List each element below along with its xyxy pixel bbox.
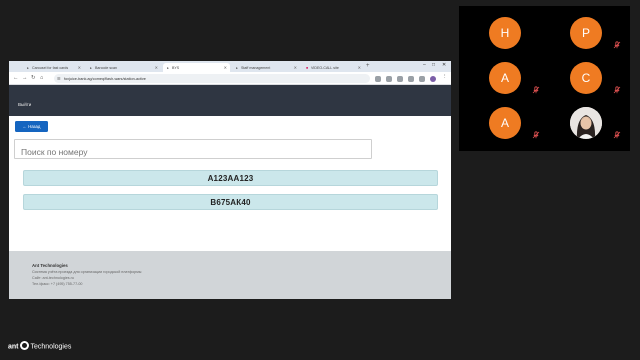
close-window-icon[interactable]: ✕	[442, 62, 446, 68]
participant-avatar: P	[570, 17, 602, 49]
participant-photo-avatar	[570, 107, 602, 139]
mic-muted-icon	[532, 86, 540, 94]
address-bar: ← → ↻ ⌂ ☰ foxjuice-bank.ag/comeq/flash-wa…	[9, 72, 451, 85]
new-tab-icon[interactable]: +	[366, 63, 370, 69]
shared-screen: ▸ Carousel for fast cards ✕ ▸ Barcode scan ✕…	[9, 61, 451, 299]
extension-icon[interactable]	[408, 75, 414, 82]
tab-label: VIDEO-CALL site	[311, 65, 339, 70]
maximize-icon[interactable]: □	[432, 62, 435, 68]
participant-tile[interactable]: A	[462, 102, 542, 144]
tab-label: Staff management	[241, 65, 271, 70]
plate-row[interactable]: В675АК40	[23, 194, 438, 210]
extension-icon[interactable]	[386, 75, 392, 82]
participant-avatar: A	[489, 62, 521, 94]
mic-muted-icon	[532, 131, 540, 139]
tab-favicon-icon: ▸	[167, 65, 169, 70]
site-footer: Ant Technologies Система учёта проезда д…	[9, 251, 451, 299]
close-tab-icon[interactable]: ✕	[294, 65, 297, 70]
close-tab-icon[interactable]: ✕	[155, 65, 158, 70]
close-tab-icon[interactable]: ✕	[78, 65, 81, 70]
brand-logo-icon	[19, 341, 29, 350]
extension-icon[interactable]	[397, 75, 403, 82]
menu-kebab-icon[interactable]: ⋮	[442, 74, 448, 80]
participant-avatar: C	[570, 62, 602, 94]
forward-arrow-icon[interactable]: →	[22, 75, 28, 81]
close-tab-icon[interactable]: ✕	[358, 65, 361, 70]
footer-description: Система учёта проезда для организации го…	[32, 270, 142, 274]
logout-link[interactable]: Выйти	[18, 102, 31, 107]
footer-company: Ant Technologies	[32, 263, 68, 268]
tab-favicon-icon: ■	[305, 65, 309, 70]
brand-ant: ant	[8, 343, 19, 351]
person-photo-icon	[570, 107, 602, 139]
tab-label: Barcode scan	[95, 65, 117, 70]
participant-tile[interactable]: A	[462, 57, 542, 99]
tab-label: Carousel for fast cards	[32, 65, 69, 70]
browser-tab-3[interactable]: ▸ BYS ✕	[163, 63, 230, 72]
browser-tab-4[interactable]: ▸ Staff management ✕	[232, 63, 300, 72]
browser-tab-bar: ▸ Carousel for fast cards ✕ ▸ Barcode scan ✕…	[9, 61, 451, 72]
brand-watermark: ant Technologies	[8, 341, 72, 351]
minimize-icon[interactable]: –	[423, 62, 426, 68]
participant-tile[interactable]: C	[543, 57, 623, 99]
profile-icon[interactable]	[430, 75, 436, 82]
url-field[interactable]: ☰ foxjuice-bank.ag/comeq/flash-wars/stati…	[54, 74, 370, 83]
home-icon[interactable]: ⌂	[40, 75, 43, 81]
back-button[interactable]: ← Назад	[15, 121, 48, 132]
tab-favicon-icon: ▸	[27, 65, 29, 70]
footer-site: Сайт: ant-technologies.ru	[32, 276, 74, 280]
participant-tile[interactable]: H	[462, 12, 542, 54]
tab-favicon-icon: ▸	[90, 65, 92, 70]
url-text: foxjuice-bank.ag/comeq/flash-wars/statio…	[64, 76, 146, 81]
close-tab-icon[interactable]: ✕	[224, 65, 227, 70]
participant-avatar: H	[489, 17, 521, 49]
mic-muted-icon	[613, 86, 621, 94]
browser-tab-5[interactable]: ■ VIDEO-CALL site ✕	[302, 63, 364, 72]
app-header: Выйти	[9, 85, 451, 116]
participant-avatar: A	[489, 107, 521, 139]
plate-row[interactable]: А123АА123	[23, 170, 438, 186]
participant-tile[interactable]	[543, 102, 623, 144]
browser-tab-1[interactable]: ▸ Carousel for fast cards ✕	[23, 63, 84, 72]
browser-tab-2[interactable]: ▸ Barcode scan ✕	[86, 63, 161, 72]
mic-muted-icon	[613, 41, 621, 49]
extension-icon[interactable]	[419, 75, 425, 82]
back-arrow-icon[interactable]: ←	[13, 75, 19, 81]
extension-icon[interactable]	[375, 75, 381, 82]
mic-muted-icon	[613, 131, 621, 139]
tab-favicon-icon: ▸	[236, 65, 238, 70]
site-info-icon[interactable]: ☰	[57, 76, 61, 81]
reload-icon[interactable]: ↻	[31, 75, 36, 81]
participant-tile[interactable]: P	[543, 12, 623, 54]
brand-rest: Technologies	[30, 343, 72, 351]
plate-search-input[interactable]	[14, 139, 372, 159]
participants-gallery: H P A C A	[459, 6, 630, 151]
tab-label: BYS	[172, 65, 180, 70]
footer-phone: Тел./факс: +7 (495) 755-77-00	[32, 282, 83, 286]
